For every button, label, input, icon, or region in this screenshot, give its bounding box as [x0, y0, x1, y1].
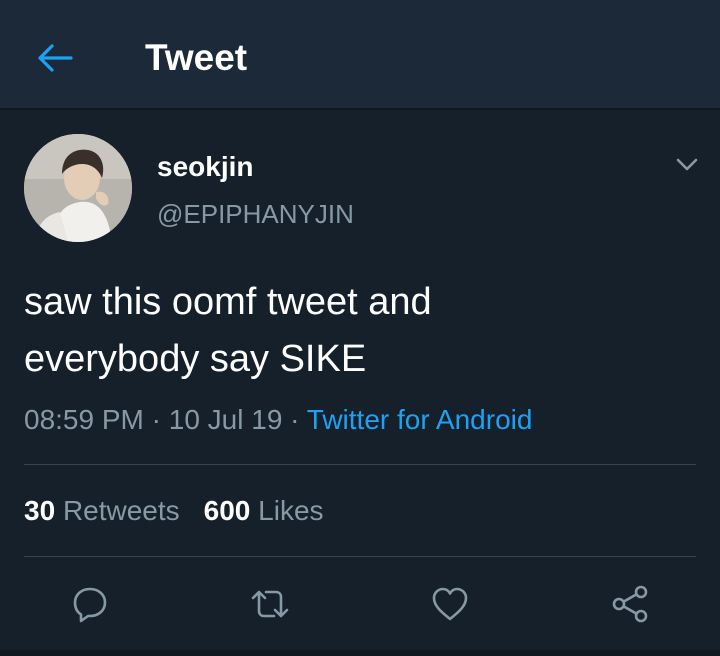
- tweet-source-link[interactable]: Twitter for Android: [307, 404, 533, 435]
- retweet-button[interactable]: [246, 580, 294, 628]
- reply-button[interactable]: [66, 580, 114, 628]
- tweet-stats: 30 Retweets 600 Likes: [24, 492, 324, 530]
- share-icon: [612, 585, 648, 623]
- like-count: 600: [203, 495, 251, 526]
- tweet-date: 10 Jul 19: [168, 404, 283, 435]
- back-button[interactable]: [30, 36, 80, 80]
- tweet-text-line: saw this oomf tweet and: [24, 281, 432, 323]
- divider: [24, 556, 696, 557]
- tweet-text-line: everybody say SIKE: [24, 338, 367, 380]
- tweet-menu-button[interactable]: [672, 152, 702, 178]
- tweet-time: 08:59 PM: [24, 404, 144, 435]
- action-bar: [0, 580, 720, 630]
- retweet-icon: [251, 590, 289, 618]
- meta-separator: ·: [151, 404, 161, 435]
- like-button[interactable]: [426, 580, 474, 628]
- divider: [24, 464, 696, 465]
- meta-separator: ·: [290, 404, 300, 435]
- chevron-down-icon: [676, 158, 698, 171]
- likes-stat[interactable]: 600 Likes: [204, 492, 324, 530]
- retweet-count: 30: [24, 495, 56, 526]
- tweet-text: saw this oomf tweet and everybody say SI…: [24, 274, 694, 388]
- like-icon: [432, 587, 468, 621]
- avatar[interactable]: [24, 134, 132, 242]
- share-button[interactable]: [606, 580, 654, 628]
- retweet-label: Retweets: [62, 495, 180, 526]
- retweets-stat[interactable]: 30 Retweets: [24, 492, 180, 530]
- avatar-photo: [24, 134, 132, 242]
- author-name[interactable]: seokjin: [157, 150, 253, 184]
- tweet-meta: 08:59 PM · 10 Jul 19 · Twitter for Andro…: [24, 400, 532, 440]
- page-title: Tweet: [145, 37, 248, 78]
- arrow-left-icon: [38, 44, 73, 72]
- top-bar: Tweet: [0, 0, 720, 110]
- author-handle[interactable]: @EPIPHANYJIN: [157, 198, 354, 230]
- bottom-edge: [0, 650, 720, 656]
- reply-icon: [73, 587, 107, 623]
- like-label: Likes: [258, 495, 324, 526]
